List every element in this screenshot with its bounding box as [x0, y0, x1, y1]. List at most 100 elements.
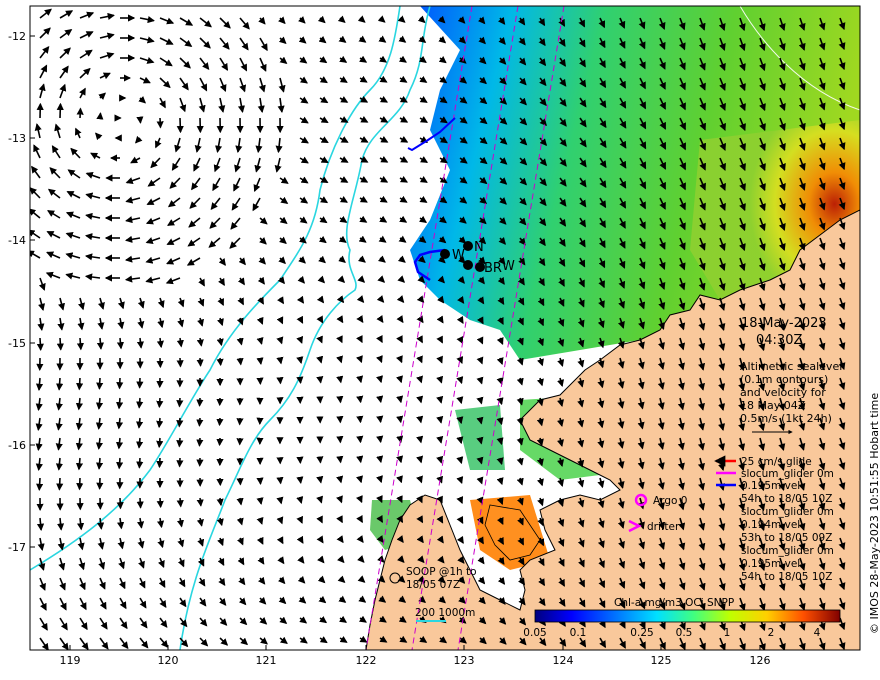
- velocity-arrow-icon: [156, 437, 164, 449]
- altimetry-line: and velocity for: [740, 386, 826, 399]
- velocity-arrow-icon: [356, 475, 363, 484]
- velocity-arrow-icon: [416, 435, 424, 444]
- velocity-arrow-icon: [336, 375, 344, 384]
- mooring-label-n: N: [474, 240, 484, 255]
- colorbar-tick-label: 1: [724, 627, 731, 639]
- mooring-marker[interactable]: [440, 249, 450, 259]
- lon-tick-label: 122: [356, 654, 377, 667]
- velocity-arrow-icon: [296, 376, 304, 384]
- velocity-arrow-icon: [396, 415, 404, 424]
- altimetry-line: (0.1m contours): [740, 373, 828, 386]
- glider-entry-name: slocum_glider 0m: [741, 506, 834, 518]
- lon-tick-label: 126: [750, 654, 771, 667]
- velocity-arrow-icon: [36, 477, 44, 491]
- velocity-arrow-icon: [396, 455, 404, 464]
- soop-line2: 18/05 07Z: [406, 579, 460, 591]
- velocity-arrow-icon: [216, 497, 224, 507]
- lat-tick-label: -15: [8, 337, 26, 350]
- velocity-arrow-icon: [356, 375, 364, 384]
- velocity-arrow-icon: [296, 476, 304, 484]
- map-time: 04:30Z: [756, 333, 802, 348]
- glider-entry-vel: 0.195m vel: [741, 480, 800, 492]
- altimetry-line: 18 May 04Z: [740, 399, 806, 412]
- lon-tick-label: 120: [158, 654, 179, 667]
- colorbar-title: Chl-a mg/m3 OCi SNPP: [614, 597, 734, 609]
- velocity-arrow-icon: [376, 455, 384, 464]
- velocity-arrow-icon: [356, 435, 364, 444]
- map-figure: N W BR W 119 120 121 122 123 124 125 126…: [8, 5, 880, 667]
- lat-tick-label: -13: [8, 132, 26, 145]
- drifter-label: drifter: [647, 521, 680, 533]
- velocity-arrow-icon: [176, 497, 184, 508]
- colorbar-tick-label: 0.05: [523, 627, 546, 639]
- mooring-label-br: BR: [484, 261, 502, 276]
- glider-entry-time: 53h to 18/05 09Z: [741, 532, 832, 544]
- velocity-arrow-icon: [176, 417, 184, 428]
- velocity-arrow-icon: [56, 477, 64, 491]
- velocity-arrow-icon: [396, 395, 404, 404]
- velocity-arrow-icon: [156, 497, 164, 509]
- velocity-arrow-icon: [276, 476, 284, 485]
- velocity-arrow-icon: [336, 475, 344, 484]
- velocity-arrow-icon: [36, 337, 44, 351]
- velocity-arrow-icon: [196, 417, 204, 427]
- velocity-arrow-icon: [156, 417, 164, 429]
- velocity-arrow-icon: [416, 415, 424, 424]
- velocity-arrow-icon: [136, 437, 144, 449]
- velocity-arrow-icon: [256, 477, 264, 485]
- velocity-arrow-icon: [316, 375, 324, 384]
- velocity-arrow-icon: [116, 457, 124, 470]
- velocity-arrow-icon: [76, 377, 84, 391]
- velocity-arrow-icon: [376, 395, 384, 404]
- altimetry-line: Altimetric sealevel: [740, 360, 842, 373]
- velocity-arrow-icon: [256, 497, 264, 505]
- velocity-arrow-icon: [96, 337, 105, 350]
- velocity-arrow-icon: [96, 457, 104, 470]
- velocity-arrow-icon: [56, 337, 64, 351]
- glider-entry-name: slocum_glider 0m: [741, 468, 834, 480]
- velocity-arrow-icon: [416, 395, 424, 404]
- bathy-legend-label: 200 1000m: [415, 607, 475, 619]
- velocity-arrow-icon: [136, 457, 144, 469]
- credit-text: © IMOS 28-May-2023 10:51:55 Hobart time: [868, 393, 880, 634]
- velocity-arrow-icon: [116, 337, 125, 350]
- glider-legend-title: 25 cm/s glide: [741, 456, 812, 468]
- velocity-arrow-icon: [376, 375, 383, 384]
- velocity-arrow-icon: [176, 437, 184, 448]
- glider-entry-time: 54h to 18/05 10Z: [741, 493, 832, 505]
- colorbar-tick-label: 0.5: [676, 627, 693, 639]
- velocity-arrow-icon: [176, 397, 184, 408]
- lon-tick-label: 119: [60, 654, 81, 667]
- glider-entry-name: slocum_glider 0m: [741, 545, 834, 557]
- soop-line1: SOOP @1h to: [406, 566, 477, 578]
- velocity-arrow-icon: [436, 435, 444, 444]
- velocity-arrow-icon: [316, 475, 324, 484]
- map-date: 18-May-2023: [741, 316, 827, 331]
- velocity-arrow-icon: [96, 377, 104, 390]
- velocity-arrow-icon: [236, 497, 244, 506]
- velocity-arrow-icon: [356, 455, 364, 464]
- glider-entry-time: 54h to 18/05 10Z: [741, 571, 832, 583]
- lon-tick-label: 121: [256, 654, 277, 667]
- velocity-arrow-icon: [156, 397, 164, 409]
- velocity-arrow-icon: [336, 395, 344, 404]
- mooring-label-w2: W: [502, 259, 515, 274]
- lon-tick-label: 123: [454, 654, 475, 667]
- velocity-arrow-icon: [115, 437, 124, 450]
- velocity-arrow-icon: [136, 497, 144, 509]
- lat-tick-label: -12: [8, 30, 26, 43]
- velocity-arrow-icon: [296, 356, 304, 364]
- velocity-arrow-icon: [436, 415, 444, 424]
- velocity-arrow-icon: [76, 337, 84, 351]
- argo-label: Argo 0: [653, 495, 687, 507]
- glider-entry-vel: 0.195m vel: [741, 558, 800, 570]
- glider-entry-vel: 0.194m vel: [741, 519, 800, 531]
- mooring-label-w: W: [452, 248, 465, 263]
- velocity-arrow-icon: [356, 415, 364, 424]
- velocity-arrow-icon: [136, 337, 144, 349]
- altimetry-line: 0.5m/s (1kt 24h): [740, 412, 832, 425]
- velocity-arrow-icon: [416, 455, 424, 464]
- velocity-arrow-icon: [196, 357, 204, 367]
- velocity-arrow-icon: [116, 397, 124, 410]
- velocity-arrow-icon: [55, 377, 64, 391]
